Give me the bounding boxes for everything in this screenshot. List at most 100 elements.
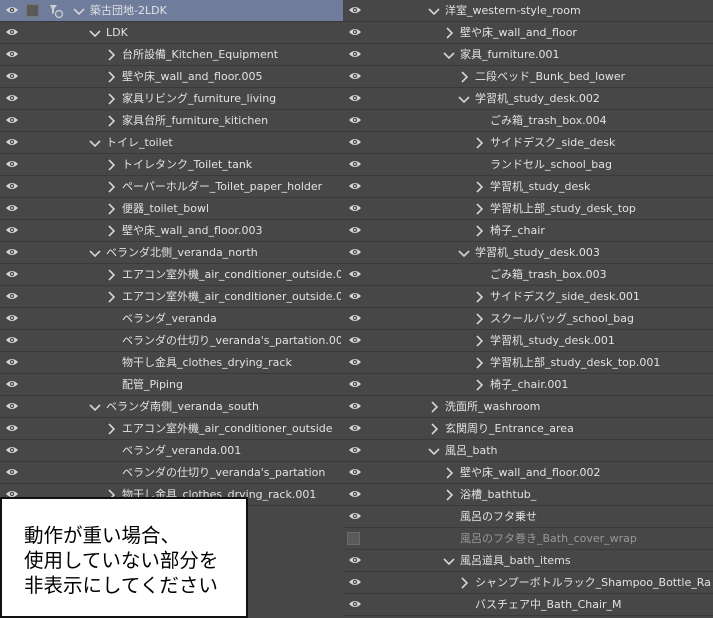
chevron-down-icon[interactable] <box>427 4 441 18</box>
eye-icon[interactable] <box>5 115 19 125</box>
eye-icon[interactable] <box>5 335 19 345</box>
eye-icon[interactable] <box>5 467 19 477</box>
outliner-row[interactable]: 椅子_chair.001 <box>343 374 713 396</box>
eye-icon[interactable] <box>5 49 19 59</box>
eye-icon[interactable] <box>348 115 362 125</box>
chevron-right-icon[interactable] <box>104 290 118 304</box>
outliner-row[interactable]: シャンプーボトルラック_Shampoo_Bottle_Rack <box>343 572 713 594</box>
outliner-row[interactable]: 学習机_study_desk.001 <box>343 330 713 352</box>
outliner-row[interactable]: ベランダ_veranda.001 <box>0 440 343 462</box>
eye-icon[interactable] <box>348 247 362 257</box>
chevron-right-icon[interactable] <box>472 136 486 150</box>
outliner-row[interactable]: 風呂_bath <box>343 440 713 462</box>
chevron-right-icon[interactable] <box>442 26 456 40</box>
outliner-row[interactable]: ごみ箱_trash_box.004 <box>343 110 713 132</box>
outliner-row[interactable]: ベランダ北側_veranda_north <box>0 242 343 264</box>
eye-icon[interactable] <box>348 49 362 59</box>
chevron-down-icon[interactable] <box>442 554 456 568</box>
outliner-row[interactable]: LDK <box>0 22 343 44</box>
chevron-right-icon[interactable] <box>472 312 486 326</box>
eye-icon[interactable] <box>348 401 362 411</box>
outliner-row[interactable]: ごみ箱_trash_box.003 <box>343 264 713 286</box>
eye-icon[interactable] <box>348 137 362 147</box>
chevron-right-icon[interactable] <box>427 400 441 414</box>
outliner-row[interactable]: ベランダ_veranda <box>0 308 343 330</box>
outliner-row[interactable]: ペーパーホルダー_Toilet_paper_holder <box>0 176 343 198</box>
chevron-right-icon[interactable] <box>104 180 118 194</box>
eye-icon[interactable] <box>348 291 362 301</box>
chevron-down-icon[interactable] <box>442 48 456 62</box>
chevron-right-icon[interactable] <box>472 202 486 216</box>
outliner-row[interactable]: エアコン室外機_air_conditioner_outside.001 <box>0 264 343 286</box>
outliner-row[interactable]: ベランダの仕切り_veranda's_partation.001 <box>0 330 343 352</box>
visibility-off-icon[interactable] <box>347 532 360 545</box>
outliner-row[interactable]: 壁や床_wall_and_floor.002 <box>343 462 713 484</box>
outliner-row[interactable]: トイレタンク_Toilet_tank <box>0 154 343 176</box>
outliner-row[interactable]: バスチェア中_Bath_Chair_M <box>343 594 713 616</box>
chevron-right-icon[interactable] <box>472 180 486 194</box>
eye-icon[interactable] <box>348 159 362 169</box>
eye-icon[interactable] <box>5 247 19 257</box>
eye-icon[interactable] <box>348 5 362 15</box>
eye-icon[interactable] <box>348 511 362 521</box>
outliner-row[interactable]: 家具_furniture.001 <box>343 44 713 66</box>
checkbox[interactable] <box>26 4 39 17</box>
chevron-right-icon[interactable] <box>472 334 486 348</box>
eye-icon[interactable] <box>348 27 362 37</box>
chevron-down-icon[interactable] <box>88 400 102 414</box>
chevron-right-icon[interactable] <box>472 290 486 304</box>
eye-icon[interactable] <box>5 203 19 213</box>
chevron-right-icon[interactable] <box>104 48 118 62</box>
eye-icon[interactable] <box>348 269 362 279</box>
outliner-row[interactable]: 学習机_study_desk.003 <box>343 242 713 264</box>
eye-icon[interactable] <box>348 577 362 587</box>
eye-icon[interactable] <box>5 445 19 455</box>
outliner-row[interactable]: 壁や床_wall_and_floor <box>343 22 713 44</box>
chevron-right-icon[interactable] <box>457 70 471 84</box>
eye-icon[interactable] <box>348 599 362 609</box>
eye-icon[interactable] <box>5 71 19 81</box>
chevron-right-icon[interactable] <box>472 356 486 370</box>
eye-icon[interactable] <box>5 313 19 323</box>
outliner-row[interactable]: 学習机上部_study_desk_top.001 <box>343 352 713 374</box>
outliner-row[interactable]: トイレ_toilet <box>0 132 343 154</box>
chevron-right-icon[interactable] <box>104 202 118 216</box>
outliner-row[interactable]: サイドデスク_side_desk <box>343 132 713 154</box>
eye-icon[interactable] <box>348 203 362 213</box>
outliner-row[interactable]: スクールバッグ_school_bag <box>343 308 713 330</box>
eye-icon[interactable] <box>5 93 19 103</box>
eye-icon[interactable] <box>348 379 362 389</box>
eye-icon[interactable] <box>5 269 19 279</box>
outliner-row[interactable]: ベランダ南側_veranda_south <box>0 396 343 418</box>
eye-icon[interactable] <box>348 357 362 367</box>
outliner-row[interactable]: 学習机上部_study_desk_top <box>343 198 713 220</box>
eye-icon[interactable] <box>5 5 19 15</box>
chevron-right-icon[interactable] <box>104 70 118 84</box>
eye-icon[interactable] <box>348 555 362 565</box>
outliner-row[interactable]: 壁や床_wall_and_floor.005 <box>0 66 343 88</box>
outliner-row[interactable]: ベランダの仕切り_veranda's_partation <box>0 462 343 484</box>
eye-icon[interactable] <box>348 467 362 477</box>
chevron-down-icon[interactable] <box>72 4 86 18</box>
eye-icon[interactable] <box>348 445 362 455</box>
eye-icon[interactable] <box>5 379 19 389</box>
chevron-right-icon[interactable] <box>472 378 486 392</box>
outliner-row[interactable]: サイドデスク_side_desk.001 <box>343 286 713 308</box>
outliner-row[interactable]: 家具リビング_furniture_living <box>0 88 343 110</box>
chevron-down-icon[interactable] <box>88 136 102 150</box>
eye-icon[interactable] <box>348 71 362 81</box>
outliner-row[interactable]: 学習机_study_desk <box>343 176 713 198</box>
eye-icon[interactable] <box>5 159 19 169</box>
outliner-row[interactable]: 築古団地-2LDK <box>0 0 343 22</box>
outliner-row[interactable]: 便器_toilet_bowl <box>0 198 343 220</box>
outliner-row[interactable]: 台所設備_Kitchen_Equipment <box>0 44 343 66</box>
outliner-row[interactable]: 壁や床_wall_and_floor.003 <box>0 220 343 242</box>
eye-icon[interactable] <box>5 401 19 411</box>
chevron-down-icon[interactable] <box>88 246 102 260</box>
outliner-row[interactable]: エアコン室外機_air_conditioner_outside.002 <box>0 286 343 308</box>
chevron-right-icon[interactable] <box>104 114 118 128</box>
outliner-row[interactable]: 洗面所_washroom <box>343 396 713 418</box>
eye-icon[interactable] <box>5 291 19 301</box>
outliner-row[interactable]: 風呂のフタ乗せ <box>343 506 713 528</box>
chevron-right-icon[interactable] <box>442 488 456 502</box>
